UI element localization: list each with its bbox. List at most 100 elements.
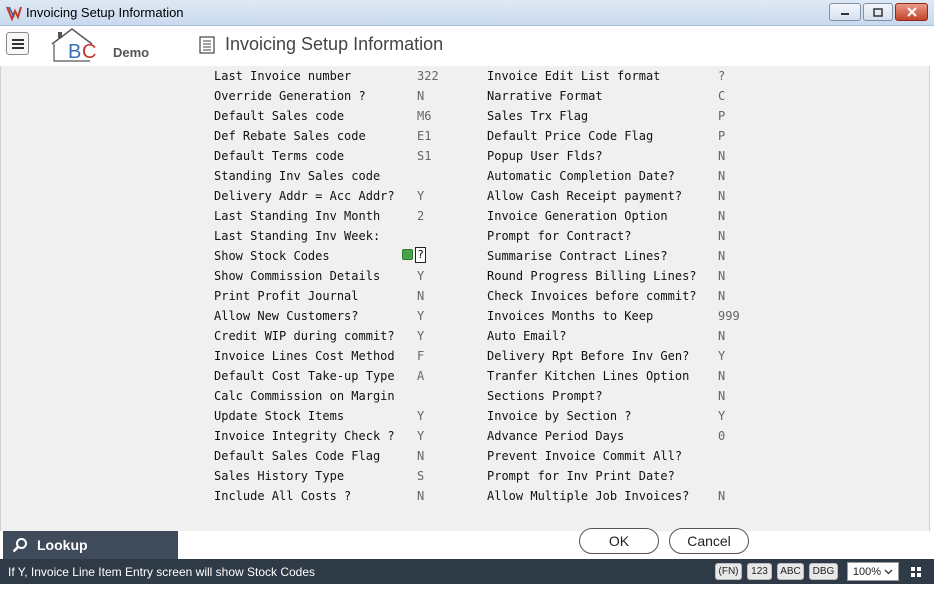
field-row: Invoice Lines Cost Method F xyxy=(214,346,474,366)
field-value[interactable]: N xyxy=(417,89,424,103)
field-value[interactable]: S1 xyxy=(417,149,431,163)
status-bar: If Y, Invoice Line Item Entry screen wil… xyxy=(0,559,934,584)
field-value[interactable]: M6 xyxy=(417,109,431,123)
field-row: Last Standing Inv Month 2 xyxy=(214,206,474,226)
field-value[interactable]: 999 xyxy=(718,309,740,323)
window-bottom-edge xyxy=(0,584,934,589)
hamburger-icon xyxy=(11,38,24,49)
field-row: Sales Trx Flag P xyxy=(487,106,747,126)
lookup-panel[interactable]: Lookup xyxy=(3,531,178,559)
field-row: Sales History Type S xyxy=(214,466,474,486)
field-label: Tranfer Kitchen Lines Option xyxy=(487,369,690,383)
field-row: Delivery Addr = Acc Addr? Y xyxy=(214,186,474,206)
field-value[interactable]: N xyxy=(718,229,725,243)
field-value[interactable]: 0 xyxy=(718,429,725,443)
field-label: Sales History Type xyxy=(214,469,345,483)
minimize-button[interactable] xyxy=(829,3,861,21)
close-button[interactable] xyxy=(895,3,928,21)
field-row: Show Commission Details Y xyxy=(214,266,474,286)
field-label: Invoice by Section ? xyxy=(487,409,632,423)
valid-check-icon xyxy=(402,249,413,260)
field-row: Invoice Integrity Check ? Y xyxy=(214,426,474,446)
field-label: Automatic Completion Date? xyxy=(487,169,675,183)
field-value[interactable]: N xyxy=(718,329,725,343)
field-value[interactable]: S xyxy=(417,469,424,483)
field-value[interactable]: Y xyxy=(417,429,424,443)
field-value[interactable]: Y xyxy=(417,409,424,423)
field-row: Default Sales Code Flag N xyxy=(214,446,474,466)
field-label: Allow Cash Receipt payment? xyxy=(487,189,683,203)
field-value[interactable]: Y xyxy=(417,189,424,203)
field-value[interactable]: N xyxy=(718,189,725,203)
field-row: Allow Multiple Job Invoices? N xyxy=(487,486,747,506)
zoom-select[interactable]: 100% xyxy=(847,562,899,581)
field-label: Allow Multiple Job Invoices? xyxy=(487,489,690,503)
field-value[interactable]: N xyxy=(417,289,424,303)
debug-mode-badge[interactable]: DBG xyxy=(809,563,838,580)
maximize-icon xyxy=(873,7,883,17)
field-value[interactable]: 322 xyxy=(417,69,439,83)
field-label: Default Sales Code Flag xyxy=(214,449,381,463)
field-value[interactable]: Y xyxy=(718,349,725,363)
field-row: Print Profit Journal N xyxy=(214,286,474,306)
field-row: Automatic Completion Date? N xyxy=(487,166,747,186)
field-label: Calc Commission on Margin xyxy=(214,389,395,403)
field-value[interactable]: E1 xyxy=(417,129,431,143)
field-value[interactable]: N xyxy=(718,289,725,303)
field-value[interactable]: Y xyxy=(417,269,424,283)
field-label: Popup User Flds? xyxy=(487,149,603,163)
fn-mode-badge[interactable]: (FN) xyxy=(715,563,742,580)
field-value[interactable]: A xyxy=(417,369,424,383)
field-label: Default Terms code xyxy=(214,149,345,163)
numeric-mode-badge[interactable]: 123 xyxy=(747,563,772,580)
field-value[interactable]: N xyxy=(718,389,725,403)
field-value[interactable]: Y xyxy=(718,409,725,423)
field-label: Sales Trx Flag xyxy=(487,109,589,123)
field-value[interactable]: N xyxy=(718,209,725,223)
field-label: Advance Period Days xyxy=(487,429,625,443)
field-value[interactable]: P xyxy=(718,109,725,123)
field-label: Check Invoices before commit? xyxy=(487,289,697,303)
field-row: Standing Inv Sales code xyxy=(214,166,474,186)
field-label: Last Standing Inv Week: xyxy=(214,229,381,243)
field-value[interactable]: N xyxy=(718,269,725,283)
field-label: Show Stock Codes xyxy=(214,249,330,263)
field-value[interactable]: P xyxy=(718,129,725,143)
field-label: Sections Prompt? xyxy=(487,389,603,403)
field-value[interactable]: Y xyxy=(417,309,424,323)
window-title: Invoicing Setup Information xyxy=(26,5,184,20)
hamburger-menu-button[interactable] xyxy=(6,32,29,55)
field-value[interactable]: C xyxy=(718,89,725,103)
chevron-down-icon xyxy=(884,569,893,574)
field-value[interactable]: N xyxy=(417,449,424,463)
field-value[interactable]: F xyxy=(417,349,424,363)
field-value[interactable]: N xyxy=(718,149,725,163)
alpha-mode-badge[interactable]: ABC xyxy=(777,563,804,580)
close-icon xyxy=(906,7,917,17)
field-value[interactable]: N xyxy=(417,489,424,503)
maximize-button[interactable] xyxy=(863,3,893,21)
ok-button[interactable]: OK xyxy=(579,528,659,554)
field-row: Last Invoice number 322 xyxy=(214,66,474,86)
field-value[interactable]: 2 xyxy=(417,209,424,223)
document-icon xyxy=(199,36,215,54)
app-logo-icon xyxy=(6,6,22,21)
setup-form: Last Invoice number 322 Override Generatio… xyxy=(0,66,930,531)
search-icon xyxy=(12,538,27,553)
field-value[interactable]: N xyxy=(718,489,725,503)
show-stock-codes-input[interactable]: ? xyxy=(415,247,426,263)
field-label: Print Profit Journal xyxy=(214,289,359,303)
field-value[interactable]: ? xyxy=(718,69,725,83)
field-label: Show Commission Details xyxy=(214,269,381,283)
field-value[interactable]: N xyxy=(718,369,725,383)
grid-icon[interactable] xyxy=(911,567,921,577)
cancel-button[interactable]: Cancel xyxy=(669,528,749,554)
field-label: Delivery Rpt Before Inv Gen? xyxy=(487,349,690,363)
field-row: Prompt for Inv Print Date? xyxy=(487,466,747,486)
field-row: Default Terms code S1 xyxy=(214,146,474,166)
field-label: Override Generation ? xyxy=(214,89,366,103)
field-value[interactable]: N xyxy=(718,249,725,263)
field-value[interactable]: Y xyxy=(417,329,424,343)
field-value[interactable]: N xyxy=(718,169,725,183)
status-message: If Y, Invoice Line Item Entry screen wil… xyxy=(8,565,316,579)
